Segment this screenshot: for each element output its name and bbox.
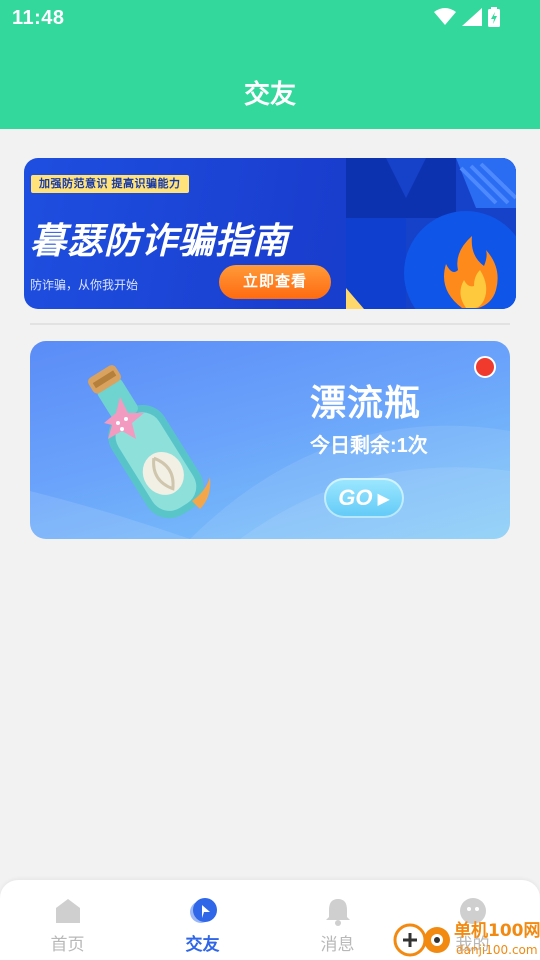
banner-subtitle: 防诈骗，从你我开始 bbox=[30, 278, 139, 292]
nav-item-home[interactable]: 首页 bbox=[0, 880, 135, 960]
remaining-count: 今日剩余:1次 bbox=[310, 435, 428, 457]
battery-icon bbox=[488, 7, 500, 27]
wifi-icon bbox=[434, 8, 456, 25]
home-icon bbox=[56, 899, 80, 923]
site-watermark: 单机100网 danji100.com bbox=[393, 920, 540, 957]
notification-dot bbox=[474, 356, 496, 378]
banner-title: 暮瑟防诈骗指南 bbox=[30, 220, 290, 261]
nav-label-home: 首页 bbox=[50, 935, 85, 954]
compass-icon bbox=[190, 898, 217, 923]
svg-text:danji100.com: danji100.com bbox=[456, 943, 538, 957]
play-icon: ▶ bbox=[377, 491, 390, 508]
nav-label-messages: 消息 bbox=[320, 935, 355, 954]
go-button[interactable]: GO ▶ bbox=[324, 478, 404, 518]
nav-item-friends[interactable]: 交友 bbox=[135, 880, 270, 960]
nav-label-friends: 交友 bbox=[185, 935, 220, 954]
signal-icon bbox=[462, 8, 482, 26]
bell-icon bbox=[326, 899, 350, 926]
banner-badge: 加强防范意识 提高识骗能力 bbox=[31, 175, 189, 193]
page-title: 交友 bbox=[243, 79, 296, 109]
anti-fraud-banner[interactable]: 加强防范意识 提高识骗能力 暮瑟防诈骗指南 防诈骗，从你我开始 立即查看 bbox=[24, 158, 516, 309]
view-now-button[interactable]: 立即查看 bbox=[219, 265, 331, 299]
section-divider bbox=[30, 323, 510, 325]
nav-item-messages[interactable]: 消息 bbox=[270, 880, 405, 960]
banner-decoration bbox=[346, 158, 516, 309]
go-label: GO bbox=[338, 485, 373, 510]
status-icons bbox=[434, 7, 500, 27]
status-bar: 11:48 bbox=[0, 0, 540, 36]
status-time: 11:48 bbox=[12, 7, 65, 29]
app-header: 11:48 交友 bbox=[0, 0, 540, 129]
bottle-illustration bbox=[88, 365, 211, 519]
drift-bottle-card[interactable]: 漂流瓶 今日剩余:1次 GO ▶ bbox=[30, 341, 510, 539]
drift-bottle-title: 漂流瓶 bbox=[310, 382, 422, 423]
svg-text:单机100网: 单机100网 bbox=[454, 920, 540, 941]
